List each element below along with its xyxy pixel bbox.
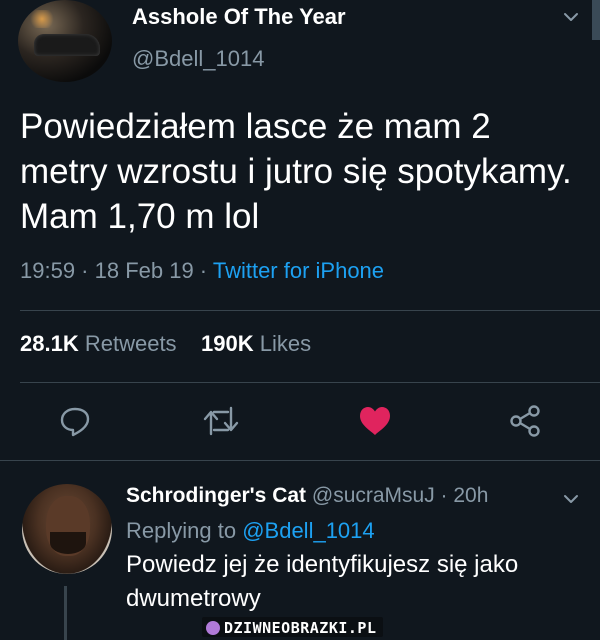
retweets-label: Retweets [84,331,177,356]
retweets-stat[interactable]: 28.1K Retweets [20,331,177,356]
avatar-light [28,10,56,28]
reply-handle-time: @sucraMsuJ · 20h [311,484,489,507]
author-display-name[interactable]: Asshole Of The Year [132,4,346,30]
watermark: DZIWNEOBRAZKI.PL [202,617,383,637]
watermark-text: DZIWNEOBRAZKI.PL [224,618,377,637]
avatar-beard [50,532,86,554]
replying-handle-link[interactable]: @Bdell_1014 [242,518,374,543]
tweet-stats: 28.1K Retweets 190K Likes [20,331,311,357]
reply-tweet[interactable]: Schrodinger's Cat @sucraMsuJ · 20h Reply… [0,462,600,640]
share-icon[interactable] [508,404,542,443]
avatar-car [34,34,100,56]
reply-header: Schrodinger's Cat @sucraMsuJ · 20h [126,484,488,508]
divider [20,382,600,383]
reply-icon[interactable] [58,404,92,443]
reply-text: Powiedz jej że identyfikujesz się jako d… [126,551,519,612]
scroll-indicator [592,0,600,40]
divider [20,310,600,311]
reply-display-name[interactable]: Schrodinger's Cat [126,484,306,507]
divider [0,460,600,461]
likes-stat[interactable]: 190K Likes [201,331,311,356]
chevron-down-icon[interactable] [562,490,580,508]
author-avatar[interactable] [18,0,112,82]
chevron-down-icon[interactable] [562,8,580,26]
tweet-timestamp: 19:59 · 18 Feb 19 · [20,258,213,283]
main-tweet: Asshole Of The Year @Bdell_1014 Powiedzi… [0,0,600,460]
tweet-source-link[interactable]: Twitter for iPhone [213,258,384,283]
likes-count: 190K [201,331,254,356]
retweet-icon[interactable] [202,404,240,443]
heart-icon[interactable] [357,404,393,443]
reply-author-avatar[interactable] [22,484,112,574]
author-handle[interactable]: @Bdell_1014 [132,46,264,72]
tweet-text: Powiedziałem lasce że mam 2 metry wzrost… [20,107,572,236]
likes-label: Likes [259,331,312,356]
retweets-count: 28.1K [20,331,79,356]
replying-to: Replying to @Bdell_1014 [126,518,375,544]
watermark-logo-icon [206,620,220,635]
tweet-meta: 19:59 · 18 Feb 19 · Twitter for iPhone [20,258,384,284]
thread-line [64,586,67,640]
replying-prefix: Replying to [126,518,237,543]
